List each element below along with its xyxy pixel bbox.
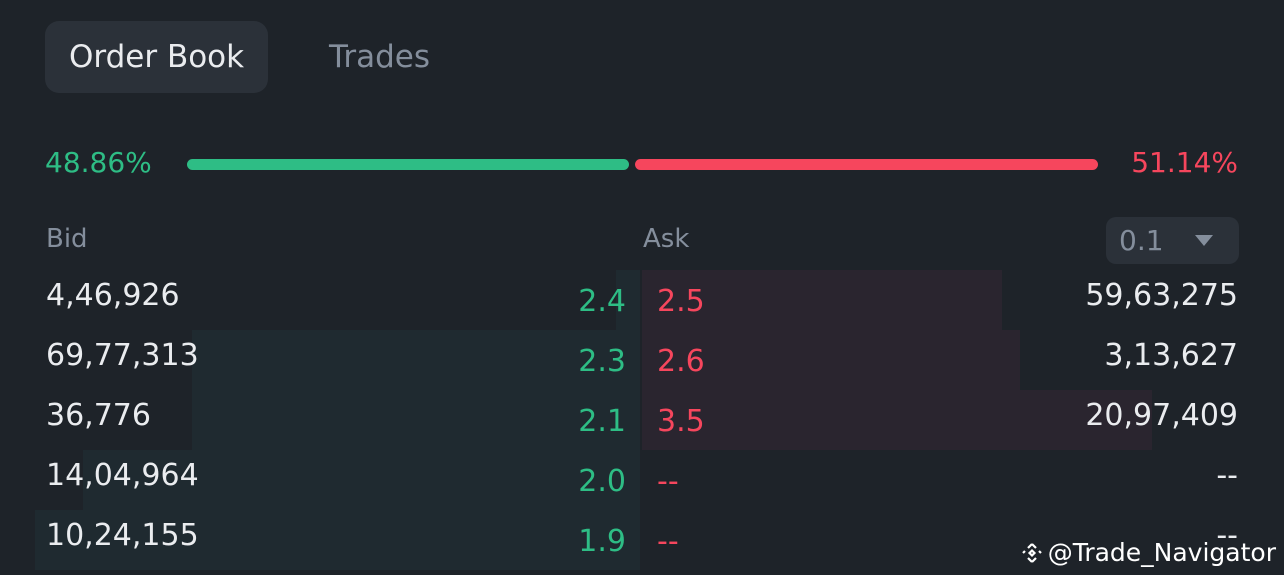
- ask-quantity: --: [1216, 458, 1238, 493]
- bid-ratio-bar: [187, 159, 629, 170]
- ask-percent: 51.14%: [1131, 146, 1238, 179]
- bid-quantity: 10,24,155: [46, 518, 199, 553]
- bid-price: 2.3: [578, 344, 626, 379]
- ask-ratio-bar: [635, 159, 1098, 170]
- bid-price: 2.4: [578, 284, 626, 319]
- precision-select[interactable]: 0.1: [1106, 217, 1239, 264]
- ask-price: --: [657, 524, 679, 559]
- ask-depth-bar: [642, 390, 1152, 450]
- bid-depth-bar: [192, 390, 640, 450]
- bid-quantity: 4,46,926: [46, 278, 180, 313]
- tab-trades[interactable]: Trades: [305, 21, 454, 93]
- ask-price: 3.5: [657, 404, 705, 439]
- ask-quantity: 3,13,627: [1104, 338, 1238, 373]
- caret-down-icon: [1195, 235, 1213, 246]
- bid-quantity: 14,04,964: [46, 458, 199, 493]
- precision-value: 0.1: [1119, 224, 1164, 257]
- bid-quantity: 36,776: [46, 398, 151, 433]
- bid-price: 1.9: [578, 524, 626, 559]
- watermark: @Trade_Navigator: [1020, 538, 1276, 567]
- ask-price: --: [657, 464, 679, 499]
- ask-quantity: 20,97,409: [1085, 398, 1238, 433]
- binance-logo-icon: [1021, 542, 1042, 563]
- watermark-text: @Trade_Navigator: [1047, 538, 1276, 567]
- ask-header: Ask: [643, 224, 690, 254]
- bid-percent: 48.86%: [45, 146, 152, 179]
- bid-header: Bid: [46, 224, 88, 254]
- bid-quantity: 69,77,313: [46, 338, 199, 373]
- ask-price: 2.6: [657, 344, 705, 379]
- bid-depth-bar: [192, 330, 640, 390]
- ask-quantity: 59,63,275: [1085, 278, 1238, 313]
- tab-order-book[interactable]: Order Book: [45, 21, 269, 93]
- bid-price: 2.0: [578, 464, 626, 499]
- bid-price: 2.1: [578, 404, 626, 439]
- ask-price: 2.5: [657, 284, 705, 319]
